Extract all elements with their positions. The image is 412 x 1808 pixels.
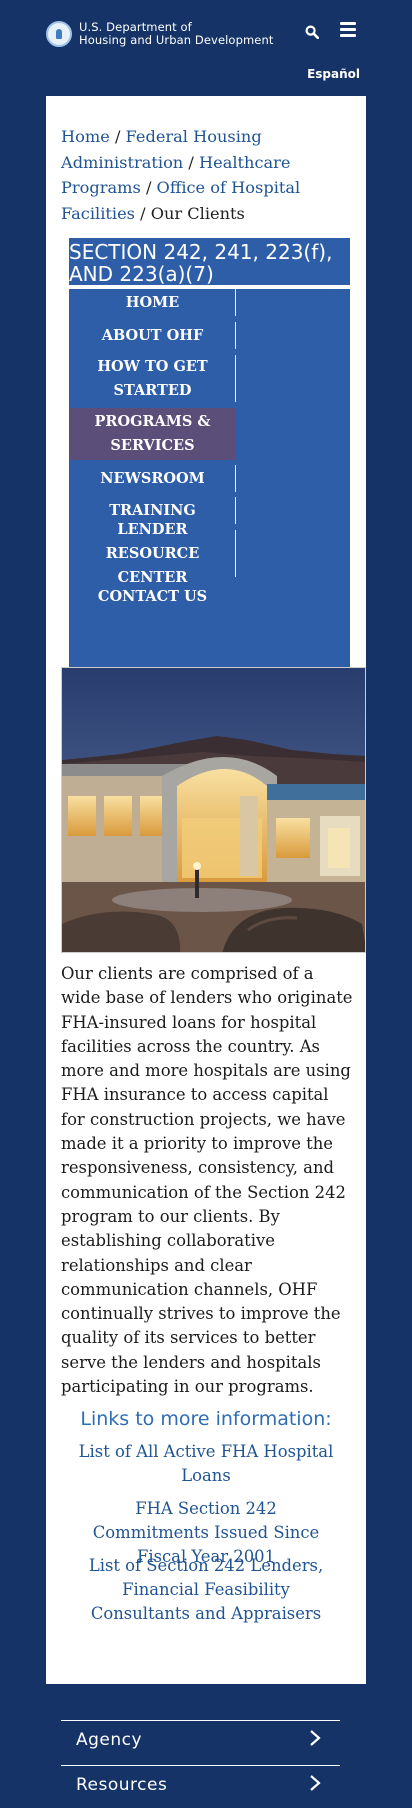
breadcrumb-separator: / [183,152,199,172]
agency-name-line2: Housing and Urban Development [79,33,274,47]
breadcrumb-separator: / [109,127,126,146]
main-content: Home / Federal Housing Administration / … [46,96,366,1684]
breadcrumb: Home / Federal Housing Administration / … [61,124,356,226]
footer-item-resources[interactable]: Resources [61,1765,340,1805]
link-active-fha-hospital-loans[interactable]: List of All Active FHA Hospital Loans [76,1440,336,1488]
nav-item-home[interactable]: HOME [69,289,236,316]
link-section-242-lenders[interactable]: List of Section 242 Lenders, Financial F… [76,1554,336,1627]
section-nav: HOME ABOUT OHF HOW TO GET STARTED PROGRA… [69,289,350,667]
footer-item-label: Resources [76,1775,168,1795]
hamburger-menu-icon[interactable] [340,22,356,38]
search-icon[interactable] [305,25,319,39]
hud-seal-icon[interactable] [46,21,72,47]
footer-item-agency[interactable]: Agency [61,1720,340,1760]
chevron-right-icon [310,1775,321,1791]
links-heading: Links to more information: [80,1408,332,1430]
footer-item-label: Agency [76,1730,143,1750]
site-header: U.S. Department of Housing and Urban Dev… [0,0,412,96]
agency-name[interactable]: U.S. Department of Housing and Urban Dev… [79,21,273,47]
breadcrumb-current: Our Clients [150,203,245,223]
nav-item-newsroom[interactable]: NEWSROOM [69,465,236,492]
hospital-photo [61,667,366,953]
body-paragraph: Our clients are comprised of a wide base… [61,964,353,1397]
nav-item-programs-services[interactable]: PROGRAMS & SERVICES [69,408,236,460]
breadcrumb-separator: / [134,203,151,223]
nav-item-how-to-get-started[interactable]: HOW TO GET STARTED [69,355,236,402]
language-link-espanol[interactable]: Español [307,67,360,81]
chevron-right-icon [310,1730,321,1746]
hospital-building-illustration [62,668,365,952]
nav-item-lender-resource-center[interactable]: LENDER RESOURCE CENTER [69,521,236,586]
breadcrumb-separator: / [140,178,157,197]
section-title: SECTION 242, 241, 223(f), AND 223(a)(7) [69,238,350,285]
breadcrumb-home[interactable]: Home [61,127,110,146]
nav-item-about-ohf[interactable]: ABOUT OHF [69,322,236,349]
nav-item-contact-us[interactable]: CONTACT US [69,583,236,610]
